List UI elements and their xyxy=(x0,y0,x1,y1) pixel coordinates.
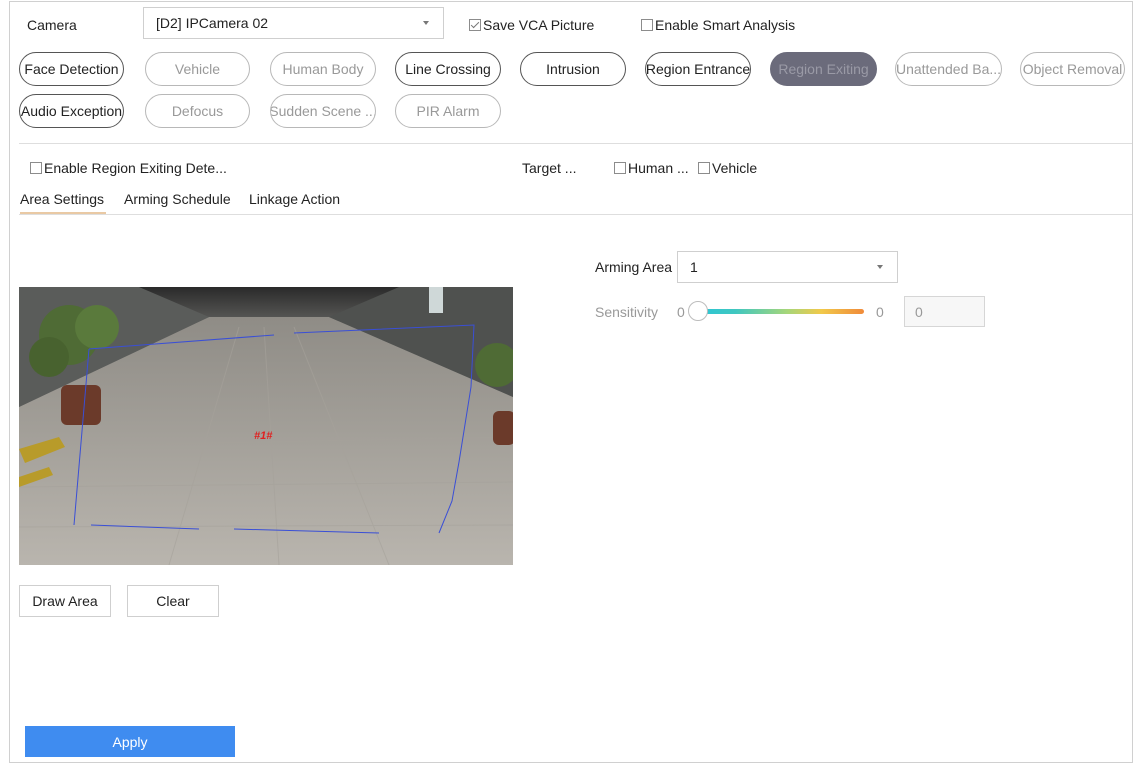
target-label: Target ... xyxy=(522,160,577,176)
smart-analysis-checkbox[interactable]: Enable Smart Analysis xyxy=(641,17,795,33)
sensitivity-slider-handle[interactable] xyxy=(688,301,708,321)
pill-pir-alarm[interactable]: PIR Alarm xyxy=(395,94,501,128)
checkbox-icon xyxy=(614,162,626,174)
draw-area-button[interactable]: Draw Area xyxy=(19,585,111,617)
tab-arming-schedule[interactable]: Arming Schedule xyxy=(124,191,231,207)
pill-vehicle[interactable]: Vehicle xyxy=(145,52,250,86)
checkbox-icon xyxy=(30,162,42,174)
sensitivity-value: 0 xyxy=(915,303,923,320)
vehicle-label: Vehicle xyxy=(712,160,758,176)
tab-linkage-action[interactable]: Linkage Action xyxy=(249,191,340,207)
corridor-scene-image: #1# xyxy=(19,287,513,565)
region-label: #1# xyxy=(254,430,273,442)
sensitivity-max: 0 xyxy=(876,304,884,320)
sensitivity-label: Sensitivity xyxy=(595,304,659,320)
camera-select-value: [D2] IPCamera 02 xyxy=(156,15,269,31)
human-label: Human ... xyxy=(628,160,689,176)
pill-region-entrance[interactable]: Region Entrance xyxy=(645,52,751,86)
arming-area-select[interactable]: 1 xyxy=(677,251,898,283)
sensitivity-slider-track[interactable] xyxy=(693,309,864,314)
pill-sudden-scene-change[interactable]: Sudden Scene ... xyxy=(270,94,376,128)
pill-defocus[interactable]: Defocus xyxy=(145,94,250,128)
divider xyxy=(19,143,1132,144)
tab-divider xyxy=(19,214,1132,215)
sensitivity-input[interactable]: 0 xyxy=(904,296,985,327)
vehicle-checkbox[interactable]: Vehicle xyxy=(698,160,757,176)
camera-preview[interactable]: #1# xyxy=(19,287,513,565)
camera-select[interactable]: [D2] IPCamera 02 xyxy=(143,7,444,39)
arming-area-value: 1 xyxy=(690,259,698,275)
pill-line-crossing[interactable]: Line Crossing xyxy=(395,52,501,86)
enable-region-exiting-checkbox[interactable]: Enable Region Exiting Dete... xyxy=(30,160,227,176)
pill-human-body[interactable]: Human Body xyxy=(270,52,376,86)
checkbox-icon xyxy=(698,162,710,174)
tab-area-settings[interactable]: Area Settings xyxy=(20,191,104,207)
sensitivity-min: 0 xyxy=(677,304,685,320)
camera-label: Camera xyxy=(27,17,77,33)
pill-object-removal[interactable]: Object Removal xyxy=(1020,52,1125,86)
pill-face-detection[interactable]: Face Detection xyxy=(19,52,124,86)
checkbox-icon xyxy=(469,19,481,31)
pill-audio-exception[interactable]: Audio Exception xyxy=(19,94,124,128)
arming-area-label: Arming Area xyxy=(595,259,673,275)
chevron-down-icon xyxy=(877,265,883,269)
save-vca-label: Save VCA Picture xyxy=(483,17,595,33)
smart-analysis-label: Enable Smart Analysis xyxy=(655,17,796,33)
chevron-down-icon xyxy=(423,21,429,25)
apply-button[interactable]: Apply xyxy=(25,726,235,757)
pill-region-exiting[interactable]: Region Exiting xyxy=(770,52,877,86)
enable-region-exiting-label: Enable Region Exiting Dete... xyxy=(44,160,227,176)
clear-button[interactable]: Clear xyxy=(127,585,219,617)
checkbox-icon xyxy=(641,19,653,31)
pill-intrusion[interactable]: Intrusion xyxy=(520,52,626,86)
save-vca-checkbox[interactable]: Save VCA Picture xyxy=(469,17,594,33)
human-checkbox[interactable]: Human ... xyxy=(614,160,689,176)
pill-unattended-baggage[interactable]: Unattended Ba... xyxy=(895,52,1002,86)
